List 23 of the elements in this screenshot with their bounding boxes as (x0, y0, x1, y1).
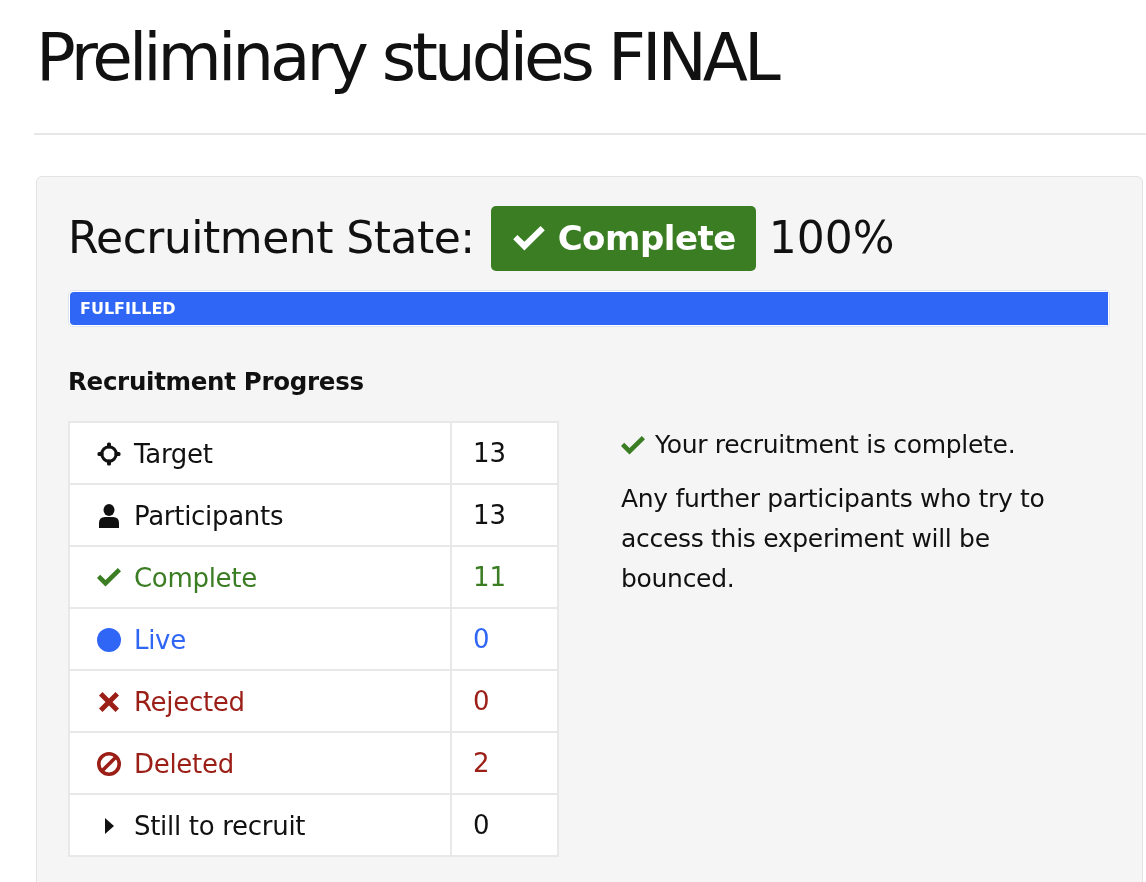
progress-label: FULFILLED (79, 299, 176, 318)
row-label: Participants (134, 500, 284, 531)
status-label: Complete (557, 218, 736, 258)
row-label: Target (134, 438, 213, 469)
count-cell: 0 (451, 794, 558, 856)
row-label: Still to recruit (134, 810, 306, 841)
count-cell: 0 (451, 608, 558, 670)
row-label: Live (134, 624, 186, 655)
count-cell: 0 (451, 670, 558, 732)
percentage: 100% (768, 211, 895, 265)
count-cell: 13 (451, 484, 558, 546)
row-label: Rejected (134, 686, 245, 717)
row-label: Deleted (134, 748, 234, 779)
row-label: Complete (134, 562, 257, 593)
section-heading: Recruitment Progress (68, 366, 365, 398)
info-text: Any further participants who try to access this experiment will be bounced. (621, 483, 1046, 595)
check-icon (512, 225, 545, 251)
count-cell: 11 (451, 546, 558, 608)
status-message: Your recruitment is complete. (655, 429, 1016, 461)
count-cell: 2 (451, 732, 558, 794)
page-title: Preliminary studies FINAL (36, 18, 777, 98)
recruitment-state-label: Recruitment State: (68, 211, 475, 265)
count-cell: 13 (451, 422, 558, 484)
